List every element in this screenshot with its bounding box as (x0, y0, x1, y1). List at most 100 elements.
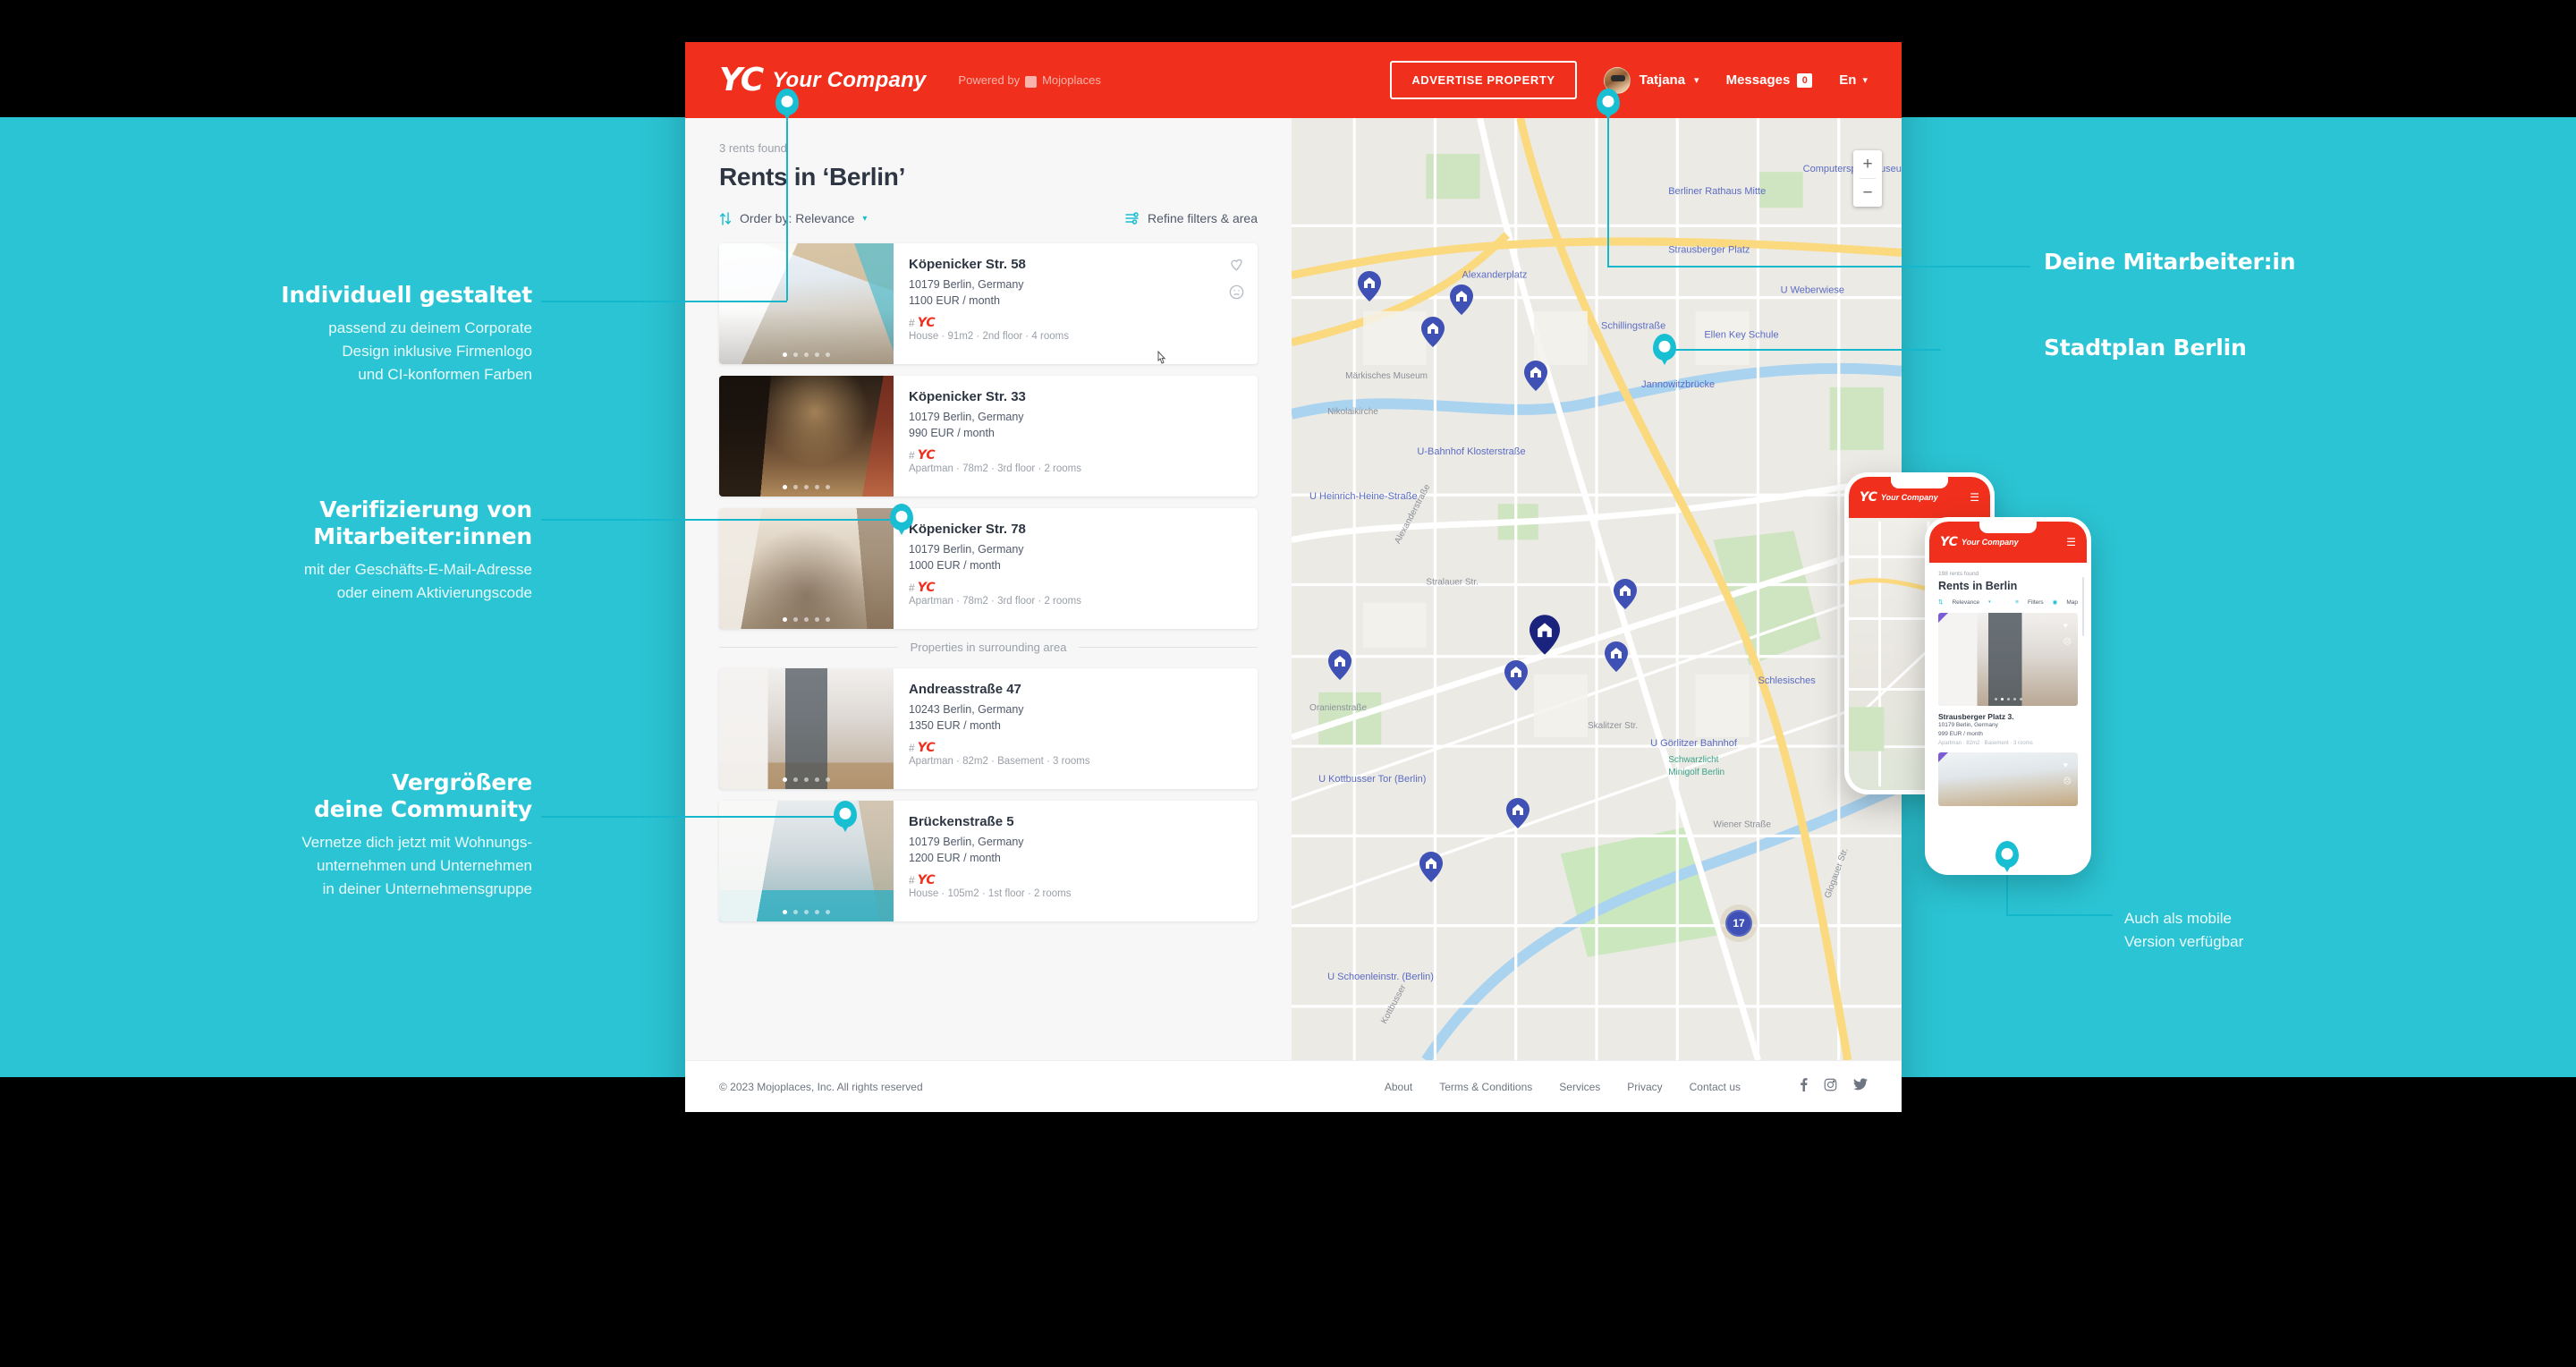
map-zoom-controls[interactable]: + − (1853, 150, 1882, 207)
map-zoom-out-button[interactable]: − (1853, 179, 1882, 207)
listing-card[interactable]: Köpenicker Str. 78 10179 Berlin, Germany… (719, 508, 1258, 629)
listing-meta: Apartman · 82m2 · Basement · 3 rooms (909, 756, 1090, 768)
footer-link-contact[interactable]: Contact us (1690, 1081, 1741, 1093)
listing-company-tag: # YC (909, 317, 1242, 329)
leader-line-right-3-horizontal (2006, 914, 2060, 916)
app-body: 3 rents found Rents in ‘Berlin’ Order by… (685, 118, 1902, 1060)
hotspot-marker-logo[interactable] (775, 89, 799, 120)
refine-filters-button[interactable]: Refine filters & area (1125, 211, 1258, 225)
photo-carousel-dots[interactable] (719, 777, 894, 782)
facebook-icon[interactable] (1800, 1077, 1808, 1096)
listing-actions (1228, 256, 1245, 301)
hotspot-marker-community[interactable] (834, 801, 857, 832)
listing-card[interactable]: Köpenicker Str. 58 10179 Berlin, Germany… (719, 243, 1258, 364)
footer-link-services[interactable]: Services (1559, 1081, 1600, 1093)
mouse-cursor-pointer (1157, 351, 1166, 364)
phone-results-body: 198 rents found Rents in Berlin ⇅ Releva… (1929, 563, 2087, 814)
phone-header: YC Your Company ☰ (1929, 522, 2087, 563)
map-pin-property[interactable] (1450, 284, 1473, 315)
powered-by-label: Powered by (958, 73, 1021, 87)
listing-photo[interactable] (719, 376, 894, 497)
brand-logo[interactable]: YC Your Company (719, 64, 926, 97)
map-pin-property[interactable] (1506, 798, 1530, 828)
annotation-heading: Vergrößere deine Community (314, 769, 532, 822)
listing-company-tag: # YC (909, 874, 1242, 887)
twitter-icon[interactable] (1853, 1078, 1868, 1095)
annotation-heading: Stadtplan Berlin (2044, 335, 2247, 361)
photo-carousel-dots[interactable] (719, 617, 894, 622)
hotspot-marker-verification[interactable] (890, 504, 913, 535)
phone-scrollbar[interactable] (2082, 577, 2084, 636)
favorite-heart-icon[interactable]: ♥ (2063, 621, 2072, 630)
listing-photo[interactable] (719, 668, 894, 789)
map-zoom-in-button[interactable]: + (1853, 150, 1882, 178)
chevron-down-icon: ▾ (1988, 599, 1991, 605)
listing-meta: Apartman · 78m2 · 3rd floor · 2 rooms (909, 596, 1082, 607)
phone-listing-actions: ♥ ☹ (2063, 760, 2072, 786)
svg-text:U Heinrich-Heine-Straße: U Heinrich-Heine-Straße (1309, 491, 1418, 502)
footer-nav: About Terms & Conditions Services Privac… (1385, 1077, 1868, 1096)
phone-filters-button[interactable]: Filters (2028, 599, 2044, 606)
phone-order-by[interactable]: Relevance (1952, 599, 1979, 606)
map-pin-property[interactable] (1421, 317, 1445, 347)
map-pin-property[interactable] (1605, 641, 1628, 672)
map-pin-property-selected[interactable] (1530, 615, 1560, 655)
leader-line-right-1-horizontal (1607, 266, 1934, 267)
hotspot-marker-citymap[interactable] (1653, 334, 1676, 365)
messages-link[interactable]: Messages 0 (1726, 72, 1813, 88)
listing-card[interactable]: Köpenicker Str. 33 10179 Berlin, Germany… (719, 376, 1258, 497)
footer-link-about[interactable]: About (1385, 1081, 1412, 1093)
dislike-face-icon[interactable]: ☹ (2063, 777, 2072, 786)
map-cluster-marker[interactable]: 17 (1725, 910, 1752, 937)
sort-icon (719, 211, 732, 225)
leader-line-right-3 (2057, 914, 2113, 916)
map-pane[interactable]: Alexanderplatz Schillingstraße U-Bahnhof… (1292, 118, 1902, 1060)
hamburger-menu-icon[interactable]: ☰ (2066, 536, 2076, 548)
svg-text:U Kottbusser Tor (Berlin): U Kottbusser Tor (Berlin) (1318, 774, 1426, 785)
listing-card[interactable]: Brückenstraße 5 10179 Berlin, Germany 12… (719, 801, 1258, 921)
listing-photo[interactable] (719, 801, 894, 921)
phone-listing-title: Strausberger Platz 3. (1938, 712, 2014, 721)
map-pin-property[interactable] (1358, 271, 1381, 301)
photo-carousel-dots[interactable] (719, 352, 894, 357)
photo-carousel-dots[interactable] (719, 910, 894, 914)
dislike-face-icon[interactable] (1228, 284, 1245, 301)
photo-carousel-dots[interactable] (1938, 698, 2078, 700)
footer-link-terms[interactable]: Terms & Conditions (1439, 1081, 1532, 1093)
listing-photo[interactable] (719, 243, 894, 364)
phone-page-title: Rents in Berlin (1938, 580, 2018, 592)
map-pin-property[interactable] (1524, 361, 1547, 391)
annotation-body: mit der Geschäfts-E-Mail-Adresse oder ei… (303, 561, 532, 601)
footer-link-privacy[interactable]: Privacy (1627, 1081, 1662, 1093)
page-title: Rents in ‘Berlin’ (719, 163, 906, 191)
hotspot-marker-mobile[interactable] (1996, 841, 2019, 872)
map-canvas[interactable]: Alexanderplatz Schillingstraße U-Bahnhof… (1292, 118, 1902, 1060)
favorite-heart-icon[interactable]: ♥ (2063, 760, 2072, 769)
listing-meta: House · 91m2 · 2nd floor · 4 rooms (909, 331, 1069, 343)
phone-map-toggle[interactable]: Map (2066, 599, 2078, 606)
hamburger-menu-icon[interactable]: ☰ (1970, 491, 1979, 504)
advertise-property-button[interactable]: ADVERTISE PROPERTY (1390, 61, 1577, 99)
map-pin-property[interactable] (1504, 660, 1528, 691)
photo-carousel-dots[interactable] (719, 485, 894, 489)
svg-text:Wiener Straße: Wiener Straße (1713, 819, 1771, 829)
language-selector[interactable]: En ▾ (1839, 72, 1868, 88)
phone-listing-photo[interactable]: ♥ ☹ (1938, 751, 2078, 806)
favorite-heart-icon[interactable] (1228, 256, 1245, 273)
svg-text:Computerspielemuseum: Computerspielemuseum (1803, 164, 1902, 174)
listing-photo[interactable] (719, 508, 894, 629)
map-pin-property[interactable] (1328, 650, 1352, 680)
annotation-body: Vernetze dich jetzt mit Wohnungs- untern… (301, 834, 532, 897)
phone-listing-price: 999 EUR / month (1938, 730, 1983, 737)
listing-info: Köpenicker Str. 33 10179 Berlin, Germany… (894, 376, 1258, 497)
filter-icon (1125, 212, 1139, 225)
order-by-dropdown[interactable]: Order by: Relevance ▾ (719, 211, 867, 225)
instagram-icon[interactable] (1824, 1078, 1837, 1096)
dislike-face-icon[interactable]: ☹ (2063, 637, 2072, 647)
phone-listing-photo[interactable]: ♥ ☹ (1938, 613, 2078, 706)
listing-card[interactable]: Andreasstraße 47 10243 Berlin, Germany 1… (719, 668, 1258, 789)
map-pin-property[interactable] (1614, 579, 1637, 609)
svg-text:U Schoenleinstr. (Berlin): U Schoenleinstr. (Berlin) (1327, 972, 1434, 982)
hotspot-marker-employee[interactable] (1597, 89, 1620, 120)
map-pin-property[interactable] (1419, 852, 1443, 882)
